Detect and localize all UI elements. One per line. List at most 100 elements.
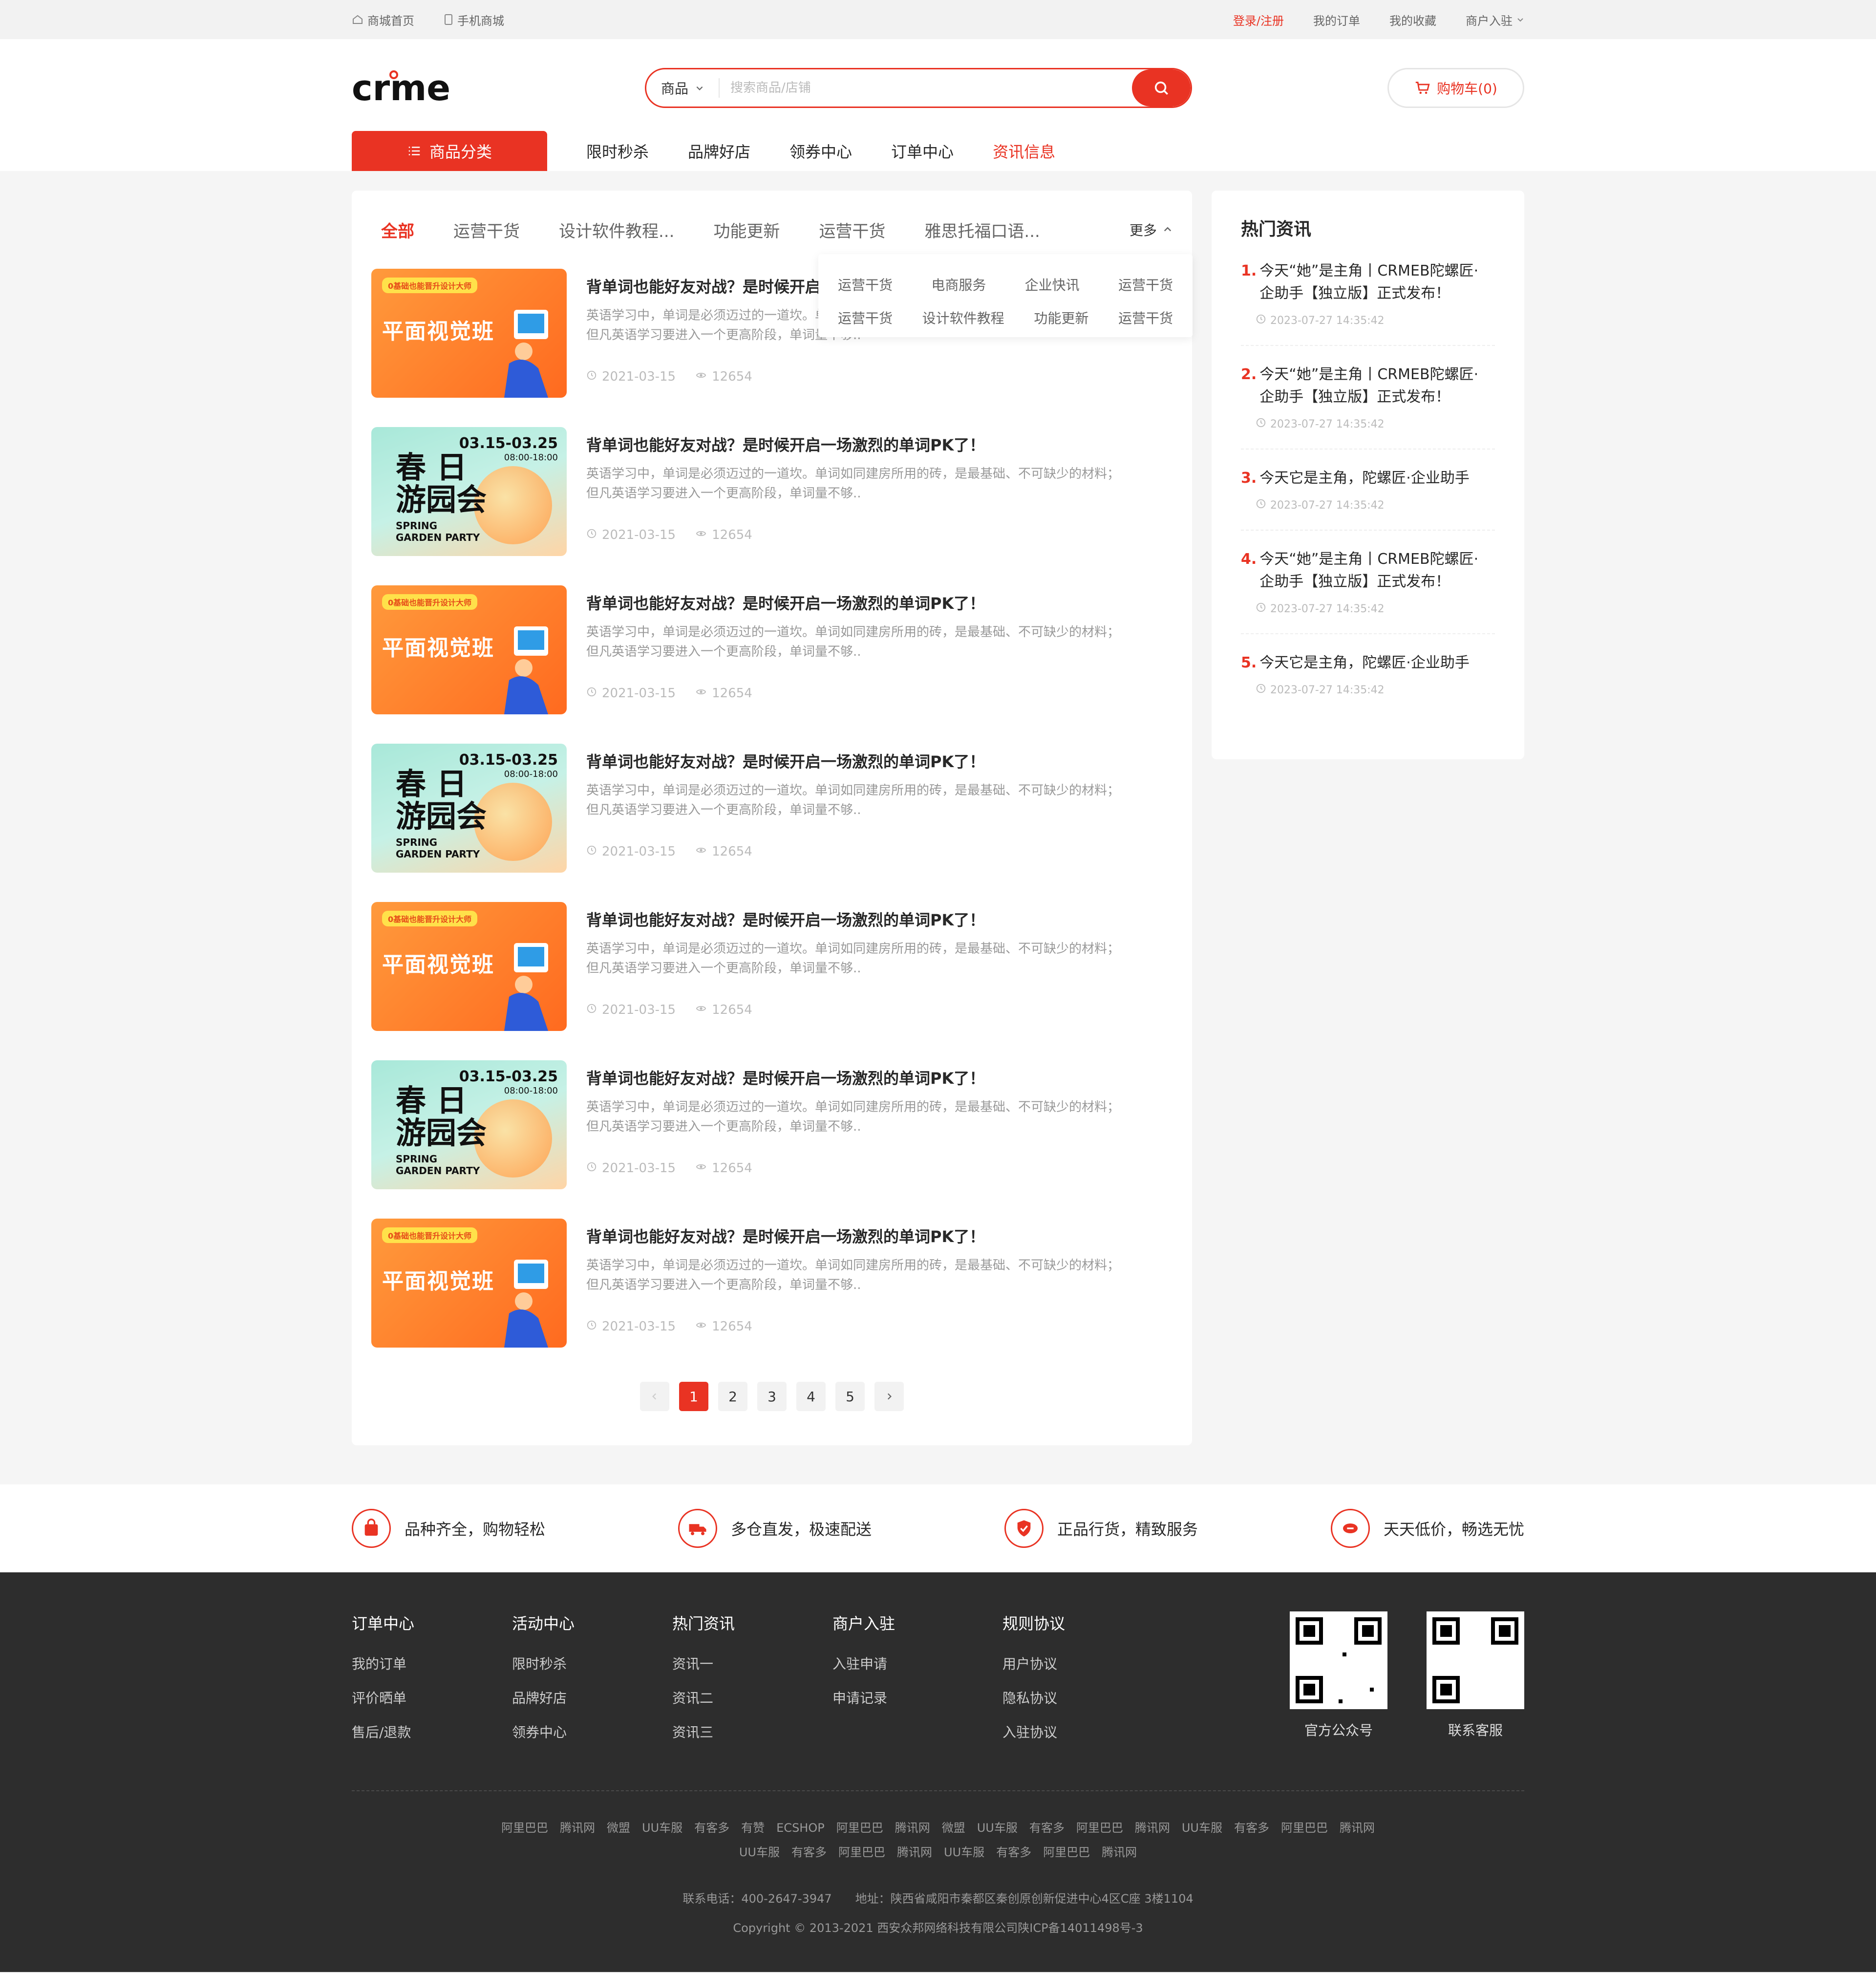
footer-link[interactable]: 领券中心 (512, 1722, 672, 1741)
footer-link[interactable]: 评价晒单 (352, 1688, 512, 1707)
footer-link[interactable]: 资讯一 (672, 1653, 832, 1673)
footer-link[interactable]: 申请记录 (832, 1688, 1002, 1707)
footer-link[interactable]: 限时秒杀 (512, 1653, 672, 1673)
page-button[interactable]: 1 (679, 1382, 708, 1411)
friend-link[interactable]: 腾讯网 (560, 1821, 595, 1835)
footer-link[interactable]: 资讯二 (672, 1688, 832, 1707)
friend-link[interactable]: UU车服 (642, 1821, 682, 1835)
tab-ops-1[interactable]: 运营干货 (453, 218, 520, 242)
hot-news-item[interactable]: 2. 今天“她”是主角丨CRMEB陀螺匠· 企助手【独立版】正式发布！ 2023… (1241, 364, 1495, 450)
article-item[interactable]: 0基础也能晋升设计大师 平面视觉班 背单词也能好友对战？是时候开启一场激烈的单词… (371, 1219, 1172, 1377)
article-title[interactable]: 背单词也能好友对战？是时候开启一场激烈的单词PK了！ (586, 750, 1172, 771)
dropdown-item[interactable]: 运营干货 (838, 308, 893, 327)
search-type-select[interactable]: 商品 (646, 78, 720, 98)
cart-button[interactable]: 购物车(0) (1387, 68, 1524, 108)
search-button[interactable] (1132, 69, 1191, 107)
article-thumbnail[interactable]: 03.15-03.25 08:00-18:00 春 日游园会 SPRING GAR… (371, 744, 567, 873)
nav-coupons[interactable]: 领券中心 (789, 140, 852, 162)
merchant-menu[interactable]: 商户入驻 (1466, 11, 1524, 28)
friend-link[interactable]: ECSHOP (776, 1821, 825, 1835)
nav-orders[interactable]: 订单中心 (891, 140, 954, 162)
nav-brand-stores[interactable]: 品牌好店 (688, 140, 750, 162)
friend-link[interactable]: 有客多 (1234, 1821, 1269, 1835)
friend-link[interactable]: 腾讯网 (897, 1845, 932, 1859)
friend-link[interactable]: UU车服 (739, 1845, 780, 1859)
hot-news-item[interactable]: 3. 今天它是主角，陀螺匠·企业助手 2023-07-27 14:35:42 (1241, 467, 1495, 531)
footer-link[interactable]: 隐私协议 (1002, 1688, 1149, 1707)
friend-link[interactable]: 有客多 (996, 1845, 1031, 1859)
article-thumbnail[interactable]: 03.15-03.25 08:00-18:00 春 日游园会 SPRING GAR… (371, 1060, 567, 1189)
page-button[interactable]: 2 (718, 1382, 747, 1411)
dropdown-item[interactable]: 企业快讯 (1025, 275, 1080, 294)
login-link[interactable]: 登录/注册 (1233, 11, 1284, 28)
friend-link[interactable]: 腾讯网 (1340, 1821, 1375, 1835)
tab-design-tutorial[interactable]: 设计软件教程... (559, 218, 674, 242)
my-favorites-link[interactable]: 我的收藏 (1389, 11, 1436, 28)
tab-ops-2[interactable]: 运营干货 (819, 218, 885, 242)
tab-feature-updates[interactable]: 功能更新 (713, 218, 780, 242)
next-page-button[interactable] (874, 1382, 904, 1411)
article-title[interactable]: 背单词也能好友对战？是时候开启一场激烈的单词PK了！ (586, 908, 1172, 929)
article-item[interactable]: 0基础也能晋升设计大师 平面视觉班 背单词也能好友对战？是时候开启一场激烈的单词… (371, 585, 1172, 744)
article-item[interactable]: 03.15-03.25 08:00-18:00 春 日游园会 SPRING GAR… (371, 744, 1172, 902)
logo[interactable]: crmeb (352, 66, 449, 110)
hot-news-item[interactable]: 5. 今天它是主角，陀螺匠·企业助手 2023-07-27 14:35:42 (1241, 652, 1495, 714)
mobile-link[interactable]: 手机商城 (444, 11, 504, 28)
footer-link[interactable]: 我的订单 (352, 1653, 512, 1673)
nav-flash-sale[interactable]: 限时秒杀 (586, 140, 649, 162)
prev-page-button[interactable] (640, 1382, 669, 1411)
friend-link[interactable]: UU车服 (944, 1845, 984, 1859)
article-title[interactable]: 背单词也能好友对战？是时候开启一场激烈的单词PK了！ (586, 1066, 1172, 1088)
friend-link[interactable]: 腾讯网 (895, 1821, 930, 1835)
friend-link[interactable]: 阿里巴巴 (1043, 1845, 1090, 1859)
article-item[interactable]: 03.15-03.25 08:00-18:00 春 日游园会 SPRING GAR… (371, 1060, 1172, 1219)
article-thumbnail[interactable]: 0基础也能晋升设计大师 平面视觉班 (371, 269, 567, 398)
article-title[interactable]: 背单词也能好友对战？是时候开启一场激烈的单词PK了！ (586, 433, 1172, 454)
dropdown-item[interactable]: 运营干货 (838, 275, 893, 294)
dropdown-item[interactable]: 功能更新 (1034, 308, 1088, 327)
friend-link[interactable]: 阿里巴巴 (836, 1821, 883, 1835)
category-button[interactable]: 商品分类 (352, 131, 547, 171)
friend-link[interactable]: 微盟 (942, 1821, 965, 1835)
article-item[interactable]: 03.15-03.25 08:00-18:00 春 日游园会 SPRING GAR… (371, 427, 1172, 585)
tab-all[interactable]: 全部 (381, 218, 414, 242)
friend-link[interactable]: 有客多 (1029, 1821, 1065, 1835)
friend-link[interactable]: 阿里巴巴 (838, 1845, 885, 1859)
article-item[interactable]: 0基础也能晋升设计大师 平面视觉班 背单词也能好友对战？是时候开启一场激烈的单词… (371, 902, 1172, 1060)
article-thumbnail[interactable]: 03.15-03.25 08:00-18:00 春 日游园会 SPRING GAR… (371, 427, 567, 556)
page-button[interactable]: 4 (796, 1382, 826, 1411)
friend-link[interactable]: 有客多 (694, 1821, 729, 1835)
footer-link[interactable]: 品牌好店 (512, 1688, 672, 1707)
my-orders-link[interactable]: 我的订单 (1313, 11, 1360, 28)
dropdown-item[interactable]: 运营干货 (1118, 308, 1173, 327)
nav-news[interactable]: 资讯信息 (993, 140, 1055, 162)
friend-link[interactable]: 阿里巴巴 (1281, 1821, 1328, 1835)
friend-link[interactable]: 有客多 (791, 1845, 827, 1859)
footer-link[interactable]: 入驻协议 (1002, 1722, 1149, 1741)
more-tabs-toggle[interactable]: 更多 (1130, 220, 1172, 239)
article-title[interactable]: 背单词也能好友对战？是时候开启一场激烈的单词PK了！ (586, 1224, 1172, 1246)
dropdown-item[interactable]: 电商服务 (931, 275, 986, 294)
friend-link[interactable]: 微盟 (607, 1821, 630, 1835)
footer-link[interactable]: 入驻申请 (832, 1653, 1002, 1673)
dropdown-item[interactable]: 运营干货 (1118, 275, 1173, 294)
article-thumbnail[interactable]: 0基础也能晋升设计大师 平面视觉班 (371, 902, 567, 1031)
hot-news-item[interactable]: 1. 今天“她”是主角丨CRMEB陀螺匠· 企助手【独立版】正式发布！ 2023… (1241, 260, 1495, 346)
footer-link[interactable]: 用户协议 (1002, 1653, 1149, 1673)
friend-link[interactable]: 阿里巴巴 (1076, 1821, 1123, 1835)
search-input[interactable] (720, 81, 1132, 95)
tab-ielts-toefl[interactable]: 雅思托福口语... (924, 218, 1040, 242)
footer-link[interactable]: 售后/退款 (352, 1722, 512, 1741)
friend-link[interactable]: UU车服 (1182, 1821, 1222, 1835)
page-button[interactable]: 5 (835, 1382, 865, 1411)
page-button[interactable]: 3 (757, 1382, 787, 1411)
article-title[interactable]: 背单词也能好友对战？是时候开启一场激烈的单词PK了！ (586, 591, 1172, 613)
article-thumbnail[interactable]: 0基础也能晋升设计大师 平面视觉班 (371, 585, 567, 714)
article-thumbnail[interactable]: 0基础也能晋升设计大师 平面视觉班 (371, 1219, 567, 1348)
friend-link[interactable]: 有赞 (741, 1821, 765, 1835)
friend-link[interactable]: UU车服 (977, 1821, 1018, 1835)
friend-link[interactable]: 阿里巴巴 (501, 1821, 548, 1835)
footer-link[interactable]: 资讯三 (672, 1722, 832, 1741)
dropdown-item[interactable]: 设计软件教程 (922, 308, 1004, 327)
hot-news-item[interactable]: 4. 今天“她”是主角丨CRMEB陀螺匠· 企助手【独立版】正式发布！ 2023… (1241, 548, 1495, 634)
